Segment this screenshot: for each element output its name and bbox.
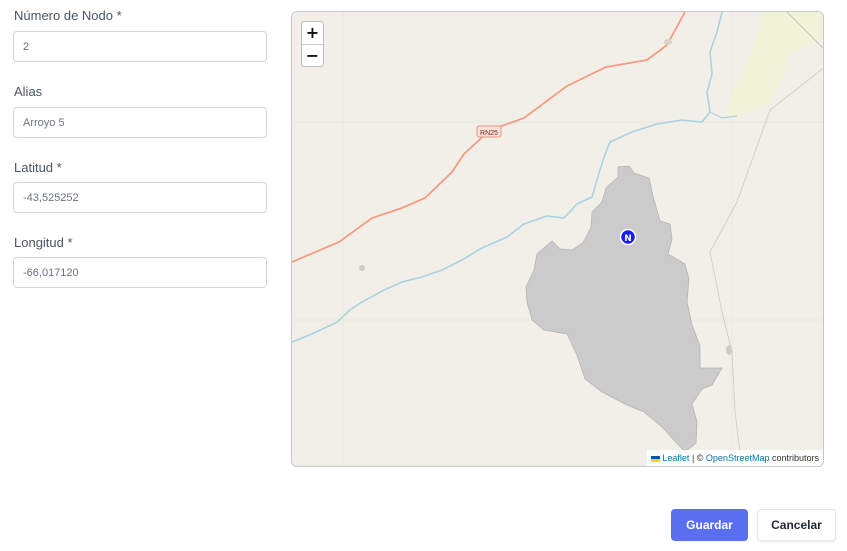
cancel-button[interactable]: Cancelar	[757, 509, 836, 541]
alias-label: Alias	[14, 84, 43, 99]
map-attribution: Leaflet | © OpenStreetMap contributors	[647, 450, 823, 466]
node-marker-label: N	[624, 234, 632, 244]
latitude-input[interactable]	[13, 182, 267, 213]
map-container[interactable]: RN25 N + − Leaflet | © OpenStreetMap con…	[291, 11, 824, 467]
road-label: RN25	[480, 130, 498, 137]
attribution-suffix: contributors	[769, 453, 819, 463]
ukraine-flag-icon	[651, 455, 661, 462]
latitude-label: Latitud *	[14, 160, 62, 175]
attribution-separator: | ©	[689, 453, 706, 463]
zoom-control: + −	[301, 21, 324, 67]
node-number-input[interactable]	[13, 31, 267, 62]
longitude-input[interactable]	[13, 257, 267, 288]
longitude-label: Longitud *	[14, 235, 73, 250]
zoom-out-button[interactable]: −	[302, 44, 323, 67]
map-tiles[interactable]: RN25 N	[292, 12, 824, 467]
node-number-label: Número de Nodo *	[14, 8, 122, 23]
zoom-in-button[interactable]: +	[302, 22, 323, 44]
osm-link[interactable]: OpenStreetMap	[706, 453, 770, 463]
save-button[interactable]: Guardar	[671, 509, 748, 541]
alias-input[interactable]	[13, 107, 267, 138]
leaflet-link[interactable]: Leaflet	[662, 453, 689, 463]
